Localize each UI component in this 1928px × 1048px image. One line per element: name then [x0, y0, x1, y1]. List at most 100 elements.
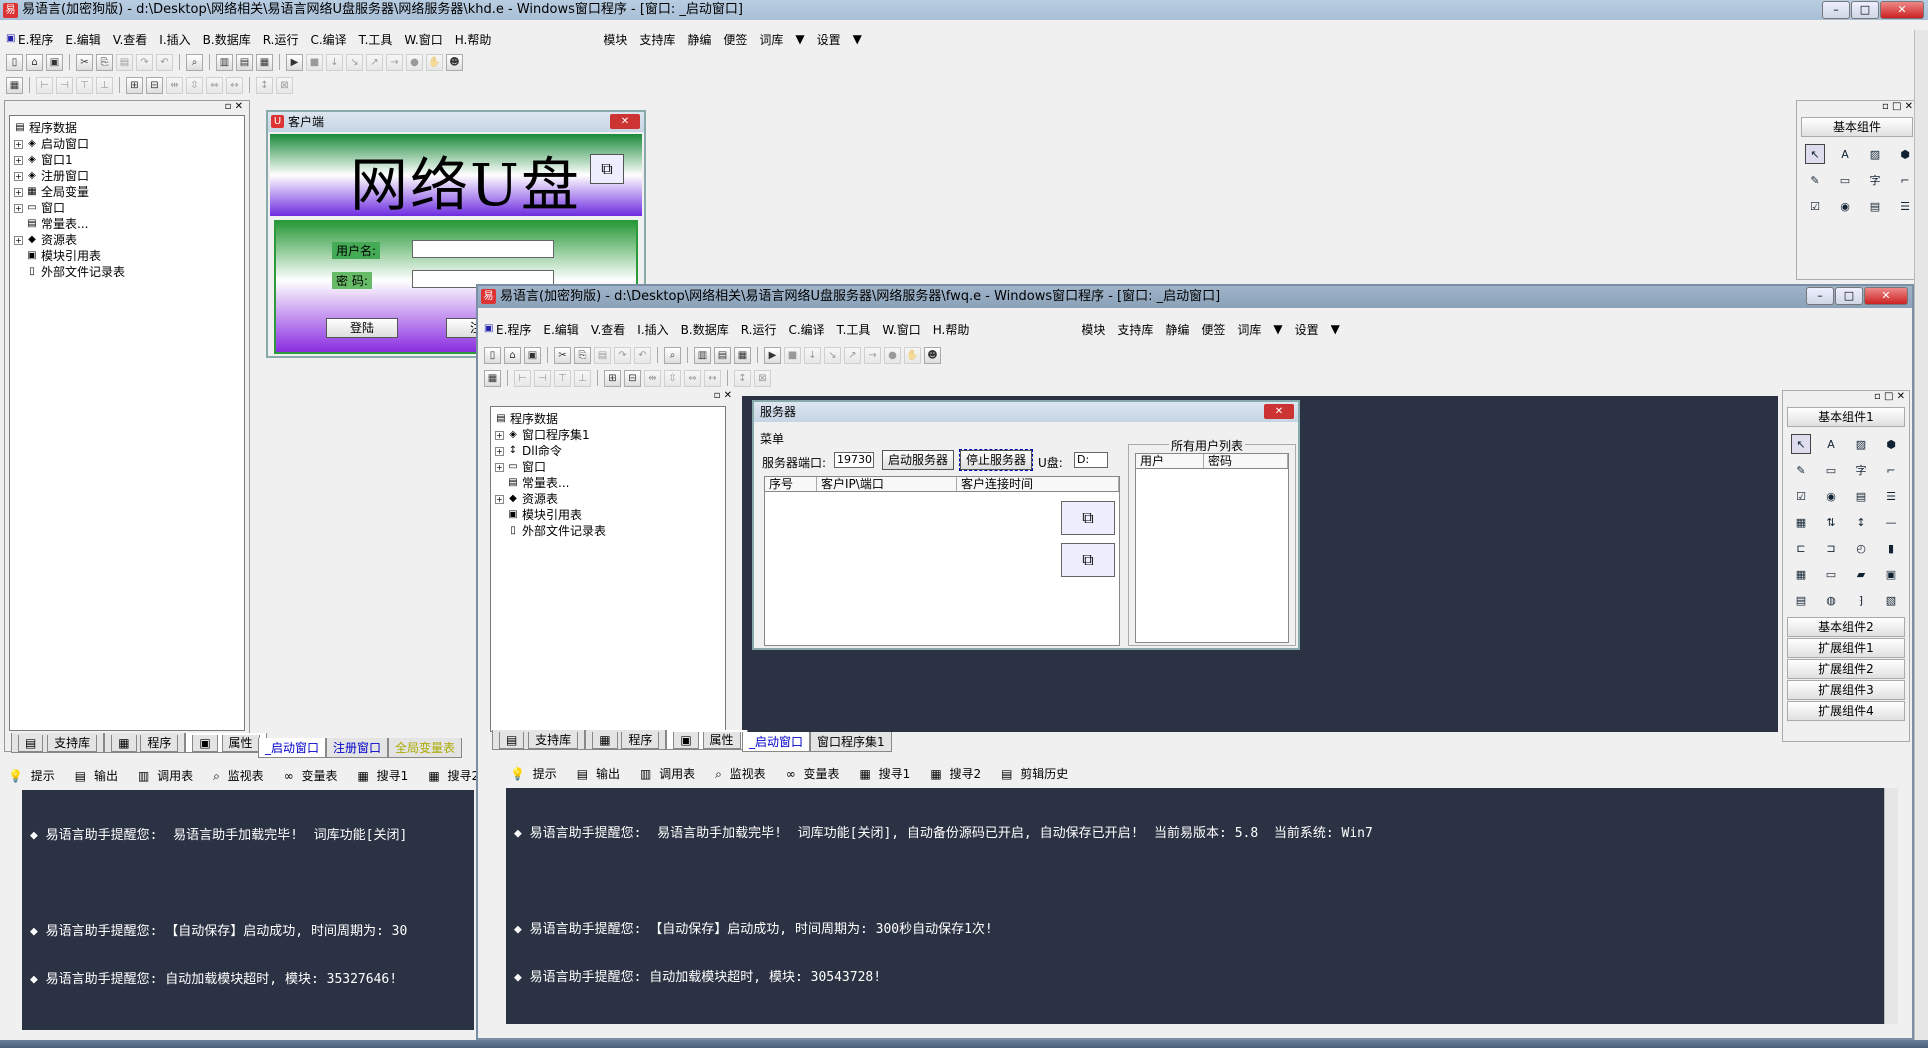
same-all-icon[interactable]: ⊠	[754, 369, 771, 387]
menu-run[interactable]: R.运行	[257, 31, 305, 48]
pointer-icon[interactable]: ↖	[1805, 144, 1825, 164]
edit-icon[interactable]: ✎	[1791, 460, 1811, 480]
open-icon[interactable]: ⌂	[26, 53, 43, 71]
bracket-icon[interactable]: ⁆	[1851, 590, 1871, 610]
button-icon[interactable]: ▭	[1821, 564, 1841, 584]
redo-icon[interactable]: ↷	[136, 53, 153, 71]
step-over-icon[interactable]: →	[386, 53, 403, 71]
output-scrollbar[interactable]	[1884, 788, 1898, 1024]
tree-item[interactable]: + ◈ 注册窗口	[14, 168, 240, 184]
redo-icon[interactable]: ↷	[614, 346, 631, 364]
tab-output[interactable]: ▤ 输出	[573, 765, 628, 782]
expand-icon[interactable]: +	[14, 235, 23, 245]
layout1-icon[interactable]: ▥	[216, 53, 233, 71]
tree-item[interactable]: ▤ 程序数据	[14, 120, 240, 136]
align-bottom-icon[interactable]: ⊥	[96, 76, 113, 94]
minimize-button[interactable]: –	[1806, 287, 1834, 305]
pointer-icon[interactable]: ↖	[1791, 434, 1811, 454]
menu-view[interactable]: V.查看	[585, 321, 631, 338]
combo-icon[interactable]: ▤	[1851, 486, 1871, 506]
same-height-icon[interactable]: ↕	[256, 76, 273, 94]
maximize-button[interactable]: □	[1851, 1, 1879, 19]
hand-icon[interactable]: ✋	[426, 53, 443, 71]
align-left-icon[interactable]: ⊢	[514, 369, 531, 387]
tree-item[interactable]: + ◈ 启动窗口	[14, 136, 240, 152]
copy-icon[interactable]: ⎘	[574, 346, 591, 364]
radio-icon[interactable]: ◉	[1821, 486, 1841, 506]
same-width-icon[interactable]: ↔	[704, 369, 721, 387]
list-icon[interactable]: ☰	[1881, 486, 1901, 506]
menu-window[interactable]: W.窗口	[876, 321, 926, 338]
align-bottom-icon[interactable]: ⊥	[574, 369, 591, 387]
space-v-icon[interactable]: ⇳	[664, 369, 681, 387]
col-password[interactable]: 密码	[1204, 454, 1288, 468]
helper-icon[interactable]: ☻	[446, 53, 463, 71]
spin-icon[interactable]: ⇅	[1821, 512, 1841, 532]
tab-support-lib[interactable]: ▤ 支持库	[492, 730, 586, 750]
stop-server-button[interactable]: 停止服务器	[959, 449, 1033, 471]
tab-watch[interactable]: ⌕ 监视表	[711, 765, 774, 782]
menu-tools[interactable]: T.工具	[831, 321, 877, 338]
tab-ctrl-icon[interactable]: ⊏	[1791, 538, 1811, 558]
menu-compile[interactable]: C.编译	[782, 321, 830, 338]
same-height-icon[interactable]: ↕	[734, 369, 751, 387]
step-icon[interactable]: ↓	[804, 346, 821, 364]
undo-icon[interactable]: ↶	[156, 53, 173, 71]
client-list[interactable]: 序号 客户IP\端口 客户连接时间 ⧉ ⧉	[764, 476, 1120, 646]
step-out-icon[interactable]: ↗	[844, 346, 861, 364]
breakpoint-icon[interactable]: ●	[884, 346, 901, 364]
space-h-icon[interactable]: ⇹	[644, 369, 661, 387]
palette-group-ext1[interactable]: 扩展组件1	[1787, 638, 1905, 658]
label-icon[interactable]: A	[1821, 434, 1841, 454]
frame-icon[interactable]: ▭	[1835, 170, 1855, 190]
step-into-icon[interactable]: ↘	[824, 346, 841, 364]
username-field[interactable]	[412, 240, 554, 258]
stop-icon[interactable]: ■	[306, 53, 323, 71]
port-field[interactable]: 19730	[834, 452, 874, 468]
menu-notes[interactable]: 便签	[1195, 321, 1231, 338]
cut-icon[interactable]: ✂	[76, 53, 93, 71]
align-right-icon[interactable]: ⊣	[534, 369, 551, 387]
step-icon[interactable]: ↓	[326, 53, 343, 71]
network-icon[interactable]: ◍	[1821, 590, 1841, 610]
tree-item[interactable]: ▤ 常量表...	[14, 216, 240, 232]
main-right-scrollbar[interactable]	[1914, 30, 1928, 1040]
line-icon[interactable]: ⌐	[1895, 170, 1915, 190]
same-size-icon[interactable]: ⇔	[684, 369, 701, 387]
listbox-icon[interactable]: ▦	[1791, 512, 1811, 532]
tab-search2[interactable]: ▦ 搜寻2	[926, 765, 989, 782]
radio-icon[interactable]: ◉	[1835, 196, 1855, 216]
menu-help[interactable]: H.帮助	[449, 31, 498, 48]
tab-program[interactable]: ▦ 程序	[104, 733, 186, 753]
doc-tab-global-vars[interactable]: 全局变量表	[388, 738, 463, 758]
tab-call-table[interactable]: ▥ 调用表	[134, 767, 201, 784]
helper-icon[interactable]: ☻	[924, 346, 941, 364]
server-form-close-icon[interactable]: ✕	[1264, 404, 1294, 419]
tab-clip-history[interactable]: ▤ 剪辑历史	[997, 765, 1076, 782]
paste-icon[interactable]: ▤	[594, 346, 611, 364]
checkbox-icon[interactable]: ☑	[1791, 486, 1811, 506]
server-form[interactable]: 服务器 ✕ 菜单 服务器端口: 19730 启动服务器 停止服务器 U盘: D:…	[752, 400, 1300, 650]
menu-static[interactable]: 静编	[1159, 321, 1195, 338]
table-icon[interactable]: ▤	[1791, 590, 1811, 610]
expand-icon[interactable]: +	[495, 430, 504, 440]
doc-tab-assembly[interactable]: 窗口程序集1	[810, 732, 892, 752]
calendar-icon[interactable]: ▦	[1791, 564, 1811, 584]
grid-icon[interactable]: ▦	[6, 76, 23, 94]
dropdown-arrow-icon[interactable]: ▼	[1325, 322, 1346, 336]
menu-edit[interactable]: E.编辑	[59, 31, 106, 48]
menu-edit[interactable]: E.编辑	[537, 321, 584, 338]
layout2-icon[interactable]: ▤	[714, 346, 731, 364]
palette-group-basic2[interactable]: 基本组件2	[1787, 617, 1905, 637]
save-icon[interactable]: ▣	[524, 346, 541, 364]
step-out-icon[interactable]: ↗	[366, 53, 383, 71]
new-icon[interactable]: ▯	[484, 346, 501, 364]
menu-program[interactable]: E.程序	[490, 321, 537, 338]
space-h-icon[interactable]: ⇹	[166, 76, 183, 94]
tree-item[interactable]: + ▭ 窗口	[14, 200, 240, 216]
col-index[interactable]: 序号	[765, 477, 817, 491]
menu-lexicon[interactable]: 词库	[1231, 321, 1267, 338]
hline-icon[interactable]: —	[1881, 512, 1901, 532]
tree-item[interactable]: + ▭ 窗口	[495, 459, 721, 475]
tree-item[interactable]: + ◈ 窗口1	[14, 152, 240, 168]
